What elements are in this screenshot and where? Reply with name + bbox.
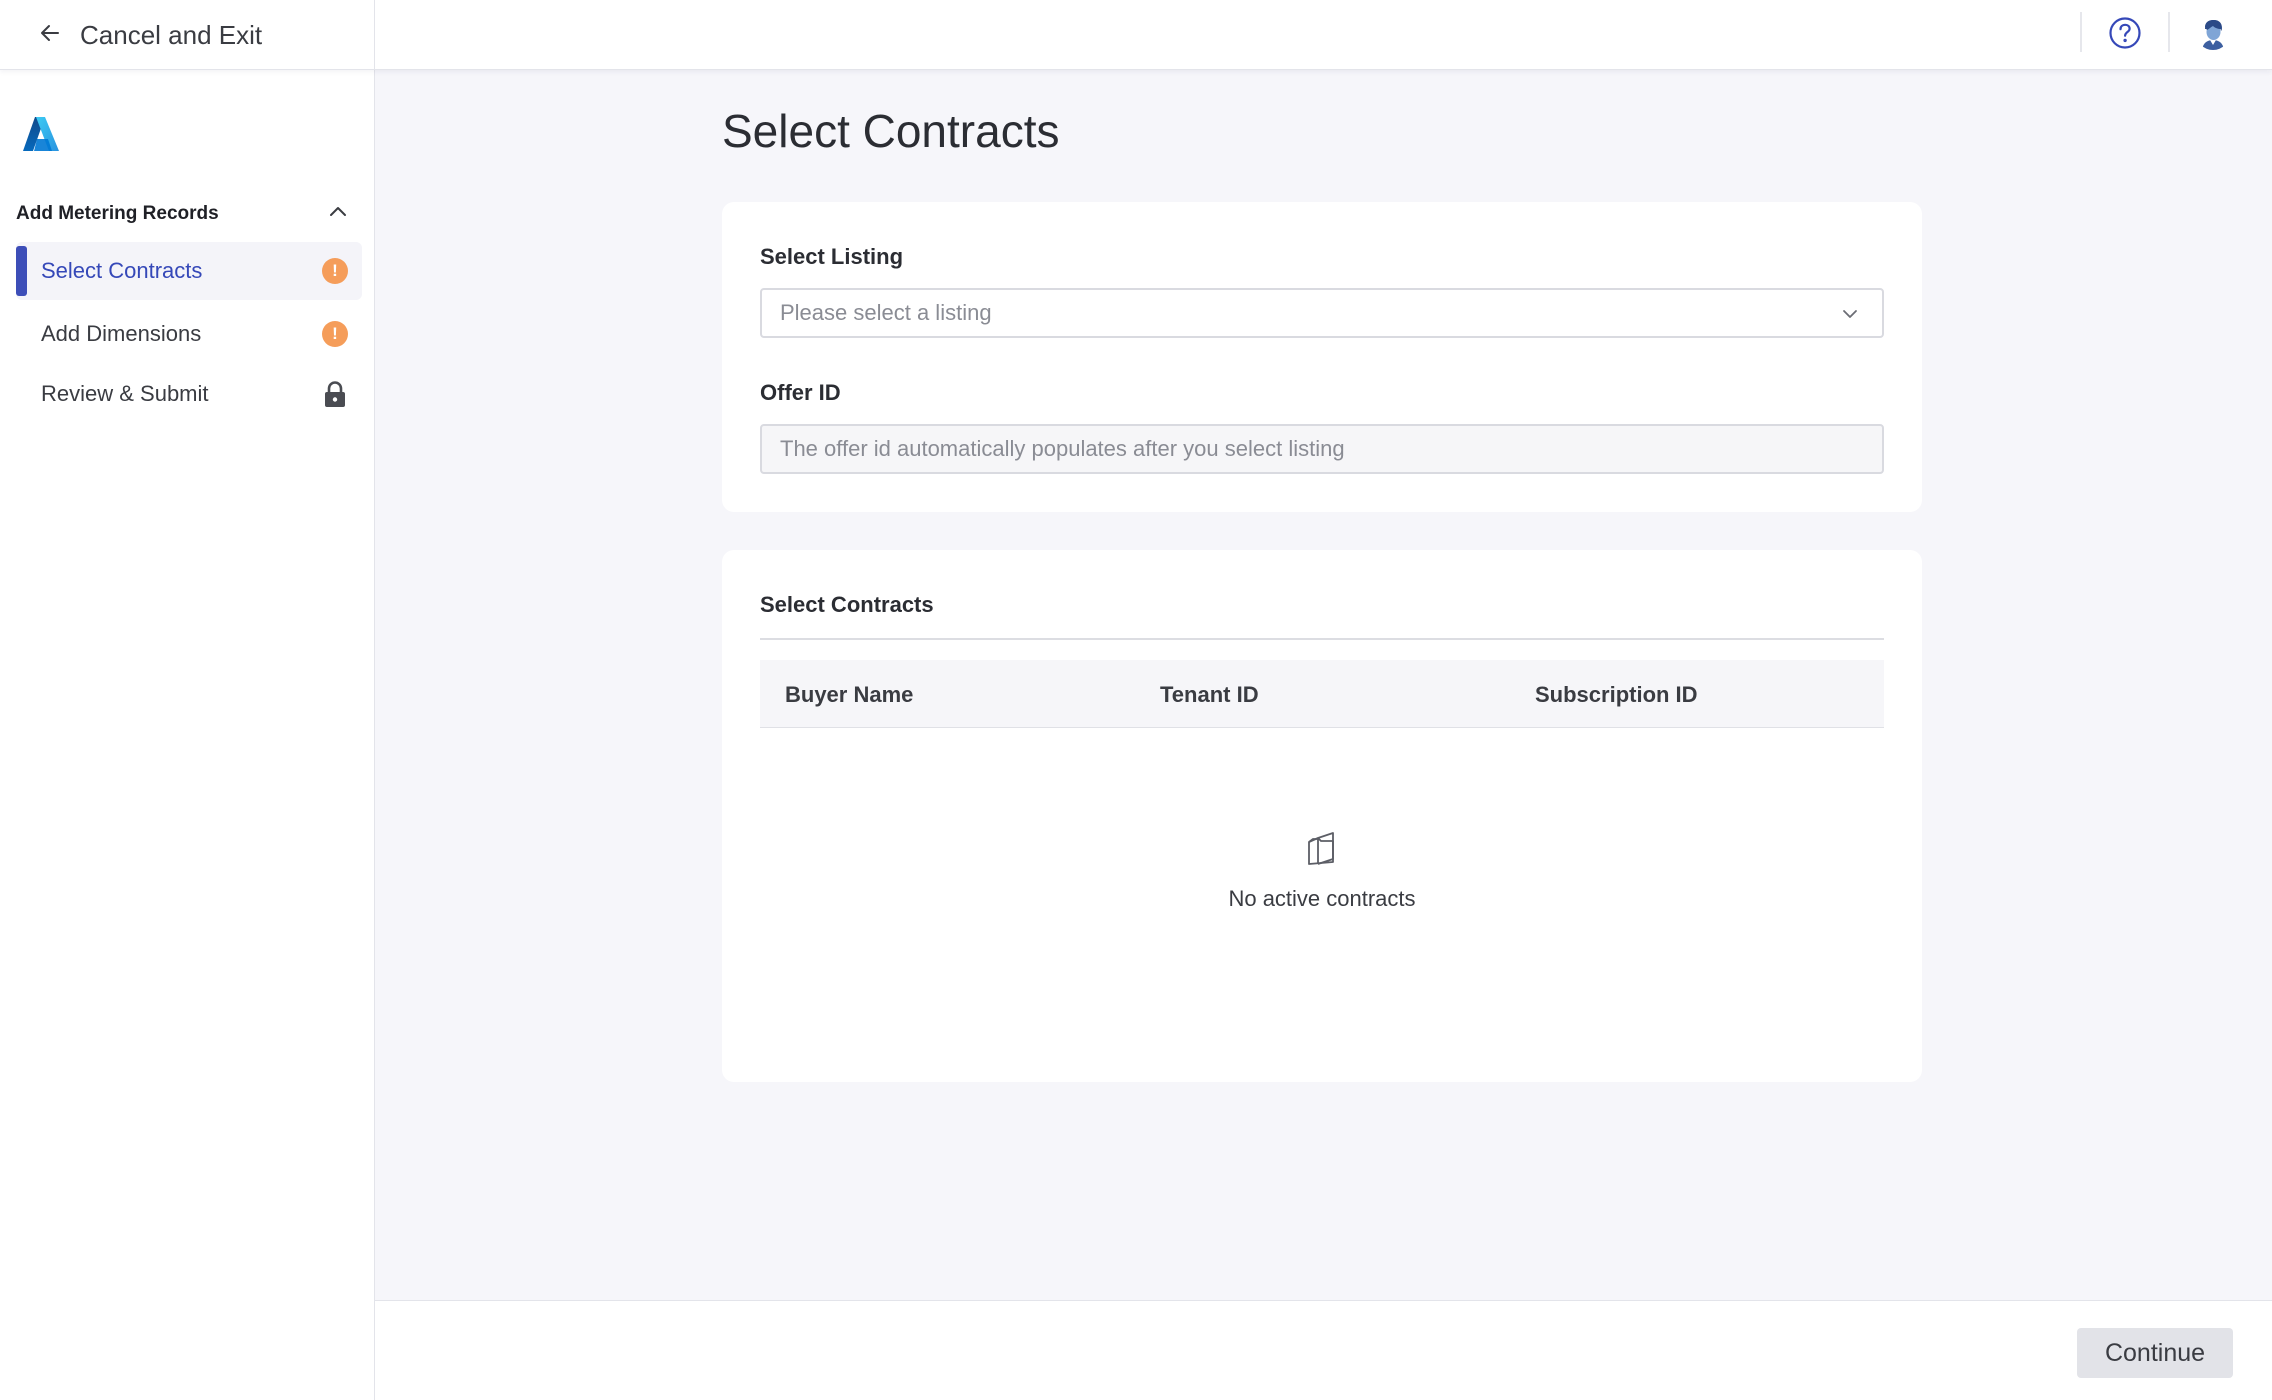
sidebar-item-review-submit[interactable]: Review & Submit [16,365,362,423]
chevron-up-icon [326,200,350,229]
listing-select-placeholder: Please select a listing [780,300,992,325]
contracts-section-title: Select Contracts [760,592,934,617]
offer-id-label: Offer ID [760,380,841,405]
column-header-buyer-name: Buyer Name [785,682,914,707]
sidebar-item-select-contracts[interactable]: Select Contracts ! [16,242,362,300]
divider [760,638,1884,640]
cancel-and-exit-button[interactable]: Cancel and Exit [0,0,375,70]
sidebar-item-label: Review & Submit [41,381,209,406]
divider [2168,12,2170,52]
warning-icon: ! [322,321,348,347]
listing-select[interactable]: Please select a listing [760,288,1884,338]
arrow-left-icon [38,21,62,50]
section-title: Add Metering Records [16,203,219,224]
azure-logo [22,116,60,152]
column-header-subscription-id: Subscription ID [1535,682,1698,707]
add-metering-records-toggle[interactable]: Add Metering Records [16,198,350,230]
listing-card: Select Listing Please select a listing O… [722,202,1922,512]
divider [2080,12,2082,52]
column-header-tenant-id: Tenant ID [1160,682,1259,707]
sidebar-item-add-dimensions[interactable]: Add Dimensions ! [16,305,362,363]
footer-bar: Continue [375,1300,2272,1400]
lock-icon [322,380,348,408]
warning-icon: ! [322,258,348,284]
sidebar-item-label: Add Dimensions [41,321,202,346]
offer-id-field[interactable] [760,424,1884,474]
contracts-table-header: Buyer Name Tenant ID Subscription ID [760,660,1884,728]
page-title: Select Contracts [722,105,1060,157]
sidebar: Add Metering Records Select Contracts ! … [0,70,375,1400]
user-avatar[interactable] [2196,16,2230,50]
contracts-card: Select Contracts Buyer Name Tenant ID Su… [722,550,1922,1082]
sidebar-item-label: Select Contracts [41,258,203,283]
empty-folder-icon [1305,830,1339,866]
continue-button[interactable]: Continue [2077,1328,2233,1378]
top-bar: Cancel and Exit [0,0,2272,70]
cancel-and-exit-label: Cancel and Exit [80,19,263,50]
empty-state-text: No active contracts [1228,886,1416,911]
help-icon[interactable] [2108,16,2142,50]
select-listing-label: Select Listing [760,244,904,269]
